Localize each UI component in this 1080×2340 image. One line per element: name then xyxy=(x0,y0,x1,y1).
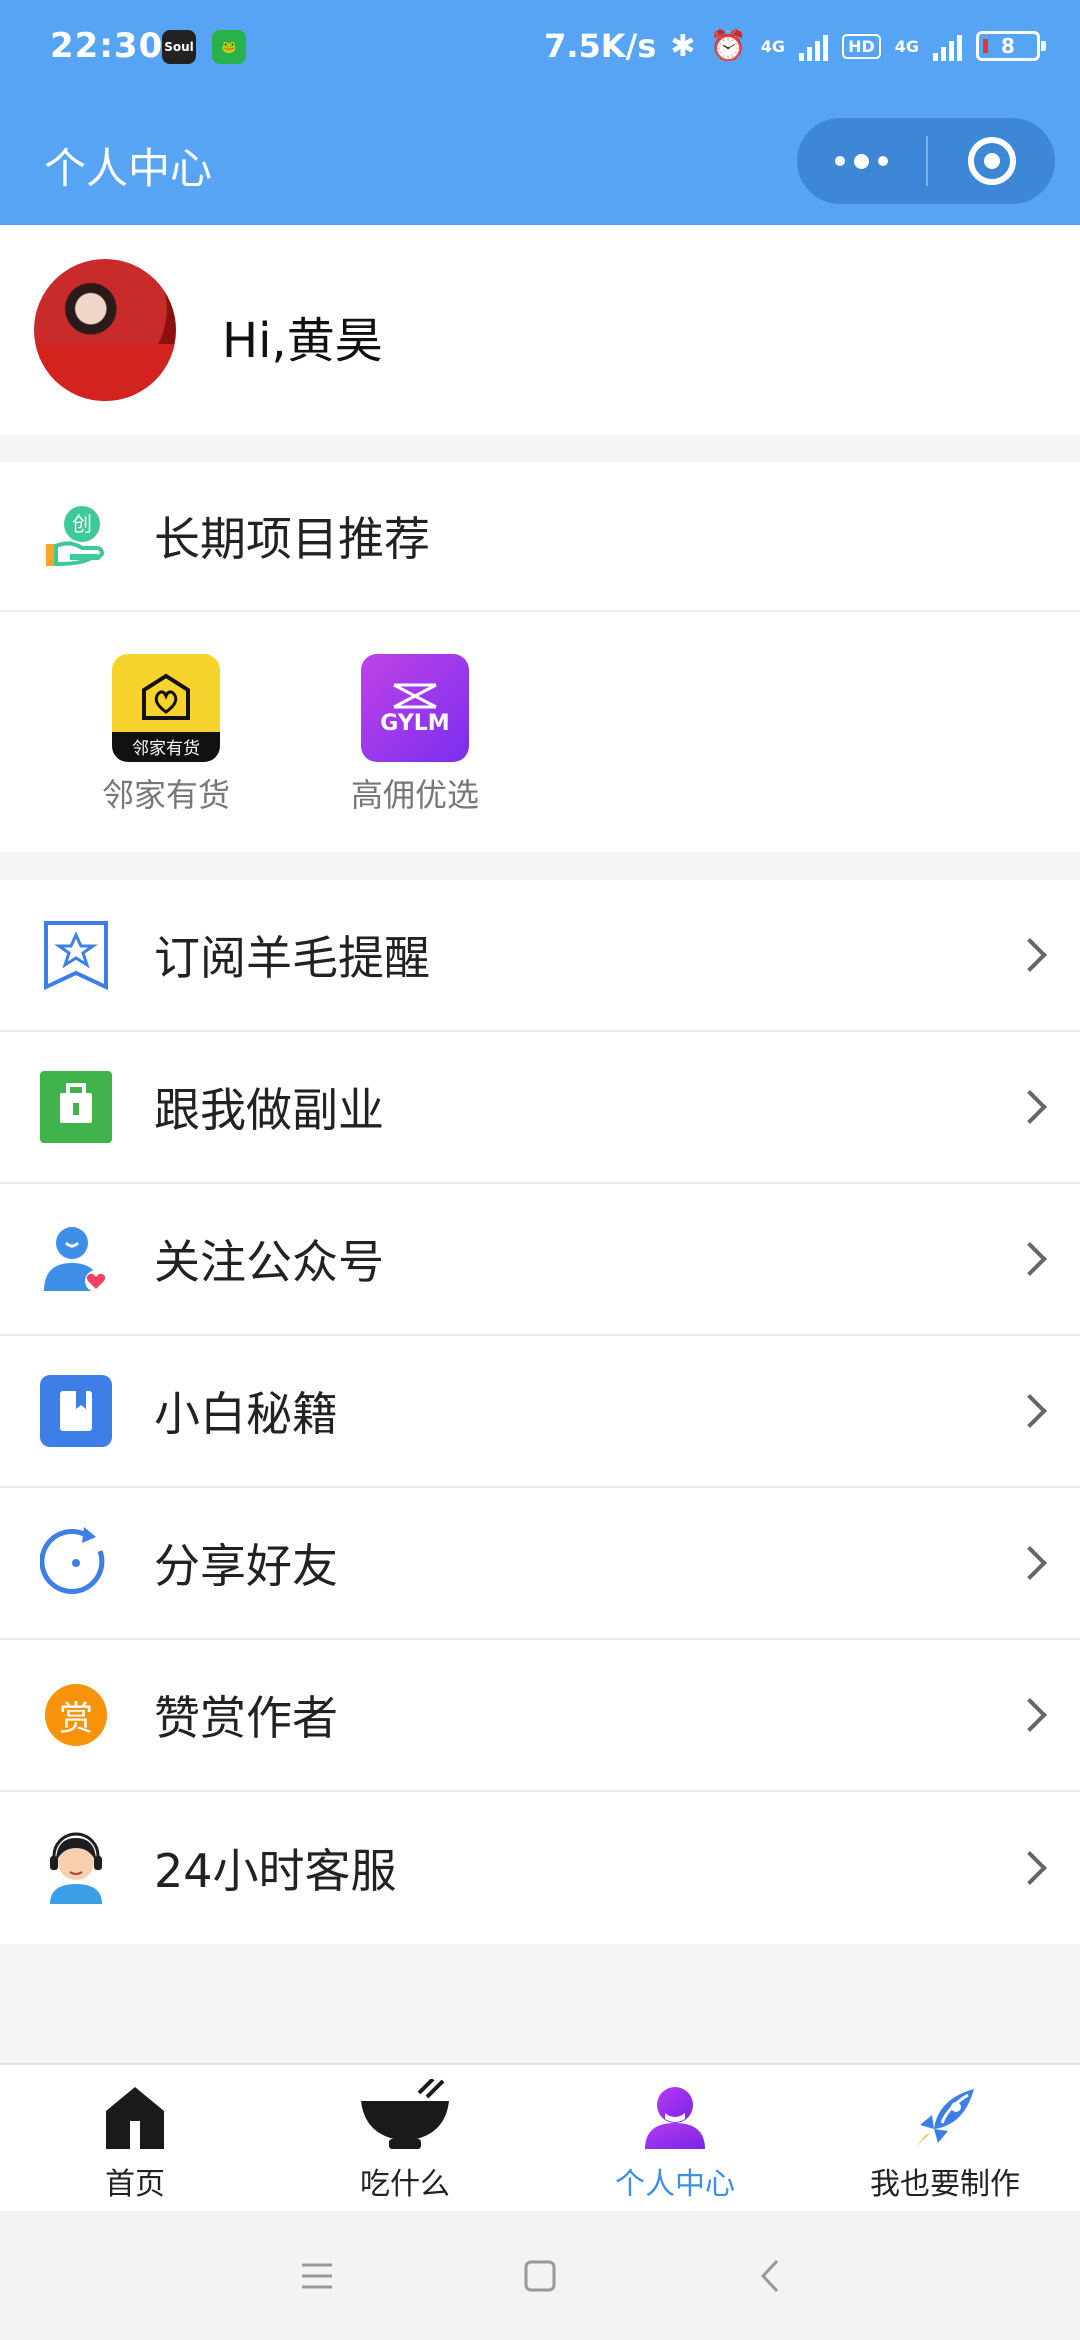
bowl-icon xyxy=(359,2079,451,2151)
project-header[interactable]: 创 长期项目推荐 xyxy=(0,462,1080,612)
menu-item-share[interactable]: 分享好友 xyxy=(0,1488,1080,1640)
linjiayouhuo-logo-text: 邻家有货 xyxy=(132,739,200,759)
soul-app-icon: Soul xyxy=(162,30,196,64)
project-section: 创 长期项目推荐 邻家有货 邻家有货 GYLM 高佣优选 xyxy=(0,462,1080,852)
tab-label: 我也要制作 xyxy=(870,2167,1020,2202)
briefcase-icon xyxy=(40,1071,112,1143)
menu-item-subscribe[interactable]: 订阅羊毛提醒 xyxy=(0,880,1080,1032)
menu-label: 跟我做副业 xyxy=(154,1083,384,1137)
chevron-right-icon xyxy=(1013,1394,1047,1428)
chevron-right-icon xyxy=(1013,1698,1047,1732)
menu-item-side-job[interactable]: 跟我做副业 xyxy=(0,1032,1080,1184)
hd-badge: HD xyxy=(842,33,881,59)
svg-text:创: 创 xyxy=(72,512,92,536)
app-linjiayouhuo[interactable]: 邻家有货 邻家有货 xyxy=(76,654,256,816)
app-name: 邻家有货 xyxy=(101,776,230,814)
network-type-2: 4G xyxy=(894,36,919,56)
tab-profile[interactable]: 个人中心 xyxy=(540,2065,810,2211)
reward-badge: 赏 xyxy=(45,1684,107,1746)
tab-label: 吃什么 xyxy=(360,2167,450,2202)
target-close-icon[interactable] xyxy=(928,118,1055,204)
bookmark-star-icon xyxy=(40,919,112,991)
share-refresh-icon xyxy=(40,1527,112,1599)
battery-icon: 8 xyxy=(976,31,1046,61)
linjiayouhuo-logo-icon: 邻家有货 xyxy=(112,654,220,762)
app-gaoyongyouxuan[interactable]: GYLM 高佣优选 xyxy=(325,654,505,816)
signal-icon xyxy=(799,31,829,61)
chevron-right-icon xyxy=(1013,1242,1047,1276)
rocket-icon xyxy=(912,2081,978,2151)
user-heart-icon xyxy=(40,1223,112,1295)
network-speed: 7.5K/s xyxy=(544,27,657,65)
app-name: 高佣优选 xyxy=(350,776,479,814)
status-right: 7.5K/s ✱ ⏰ 4G HD 4G 8 xyxy=(544,24,1046,68)
tab-home[interactable]: 首页 xyxy=(0,2065,270,2211)
back-icon[interactable] xyxy=(753,2259,787,2297)
hand-create-icon: 创 xyxy=(40,500,112,572)
reward-icon: 赏 xyxy=(40,1679,112,1751)
profile-card: Hi,黄昊 xyxy=(0,225,1080,435)
chevron-right-icon xyxy=(1013,1851,1047,1885)
top-bar: 22:30 Soul 🐸 7.5K/s ✱ ⏰ 4G HD 4G 8 个人中心 xyxy=(0,0,1080,225)
menu-item-reward[interactable]: 赏 赞赏作者 xyxy=(0,1640,1080,1792)
tab-label: 首页 xyxy=(105,2167,165,2202)
page-title: 个人中心 xyxy=(44,144,213,193)
menu-list: 订阅羊毛提醒 跟我做副业 关注公众号 小白秘籍 分享好友 赏 赞赏作者 24小时… xyxy=(0,880,1080,1944)
network-type-1: 4G xyxy=(760,36,786,56)
customer-service-icon xyxy=(40,1832,112,1904)
greeting-text: Hi,黄昊 xyxy=(222,313,383,369)
system-nav-bar xyxy=(0,2211,1080,2340)
signal-icon-2 xyxy=(933,31,962,61)
more-dots-icon[interactable] xyxy=(797,118,926,204)
gylm-logo-icon: GYLM xyxy=(361,654,469,762)
project-title: 长期项目推荐 xyxy=(154,512,430,566)
tab-label: 个人中心 xyxy=(615,2167,735,2202)
avatar[interactable] xyxy=(34,259,176,401)
menu-item-follow[interactable]: 关注公众号 xyxy=(0,1184,1080,1336)
chevron-right-icon xyxy=(1013,1090,1047,1124)
tab-eat[interactable]: 吃什么 xyxy=(270,2065,540,2211)
chevron-right-icon xyxy=(1013,938,1047,972)
status-bar: 22:30 Soul 🐸 7.5K/s ✱ ⏰ 4G HD 4G 8 xyxy=(0,0,1080,100)
bluetooth-icon: ✱ xyxy=(670,28,696,64)
home-icon xyxy=(104,2081,166,2151)
menu-item-customer-service[interactable]: 24小时客服 xyxy=(0,1792,1080,1944)
menu-label: 小白秘籍 xyxy=(154,1387,338,1441)
menu-label: 订阅羊毛提醒 xyxy=(154,931,430,985)
status-time: 22:30 xyxy=(50,26,164,66)
gylm-logo-text: GYLM xyxy=(380,710,450,736)
miniprogram-capsule xyxy=(797,118,1055,204)
project-apps: 邻家有货 邻家有货 GYLM 高佣优选 xyxy=(0,612,1080,850)
menu-label: 赞赏作者 xyxy=(154,1691,338,1745)
frog-app-icon: 🐸 xyxy=(212,30,246,64)
profile-icon xyxy=(643,2081,707,2151)
menu-item-guide[interactable]: 小白秘籍 xyxy=(0,1336,1080,1488)
book-icon xyxy=(40,1375,112,1447)
chevron-right-icon xyxy=(1013,1546,1047,1580)
home-square-icon[interactable] xyxy=(523,2259,557,2297)
menu-lines-icon[interactable] xyxy=(300,2259,334,2297)
tab-make[interactable]: 我也要制作 xyxy=(810,2065,1080,2211)
menu-label: 分享好友 xyxy=(154,1539,338,1593)
menu-label: 24小时客服 xyxy=(154,1844,397,1898)
battery-level: 8 xyxy=(1001,34,1015,58)
alarm-icon: ⏰ xyxy=(709,28,747,64)
menu-label: 关注公众号 xyxy=(154,1235,384,1289)
bottom-tab-bar: 首页 吃什么 个人中心 我也要制作 xyxy=(0,2063,1080,2211)
